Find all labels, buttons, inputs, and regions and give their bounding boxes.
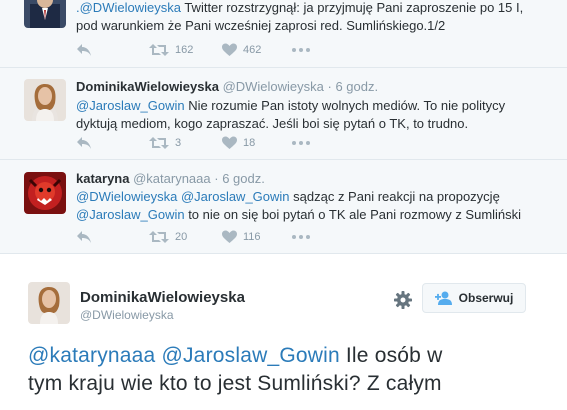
mention-link[interactable]: .@DWielowieyska [76,0,181,15]
tweet-body: tym kraju wie kto to jest Sumliński? Z c… [28,372,442,395]
retweet-button[interactable]: 3 [149,134,181,152]
tweet-2[interactable]: DominikaWielowieyska @DWielowieyska · 6 … [0,68,567,160]
more-icon [292,48,310,52]
like-icon [222,136,237,149]
like-button[interactable]: 116 [222,228,261,246]
reply-icon [77,137,91,149]
retweet-count: 162 [175,44,194,56]
tweet-1[interactable]: .@DWielowieyska Twitter rozstrzygnął: ja… [0,0,567,68]
more-button[interactable] [292,41,310,59]
like-icon [222,230,237,243]
more-button[interactable] [292,228,310,246]
avatar[interactable] [24,172,66,214]
follow-label: Obserwuj [458,291,514,305]
tweet-text: @Jaroslaw_Gowin Nie rozumie Pan istoty w… [76,97,546,133]
reply-button[interactable] [76,41,92,59]
tweet-text: @DWielowieyska @Jaroslaw_Gowin sądząc z … [76,188,546,224]
retweet-icon [149,137,169,149]
follow-button[interactable]: Obserwuj [422,283,526,313]
mention-link[interactable]: @Jaroslaw_Gowin [76,98,185,113]
reply-button[interactable] [76,134,92,152]
mention-link[interactable]: @Jaroslaw_Gowin [76,207,185,222]
tweet-timestamp[interactable]: · 6 godz. [214,171,265,186]
author-handle[interactable]: @katarynaaa [133,171,211,186]
more-icon [292,141,310,145]
like-icon [222,43,237,56]
author-name[interactable]: DominikaWielowieyska [76,79,219,94]
tweet-body: Ile osób w [339,344,443,367]
retweet-count: 20 [175,231,188,243]
like-count: 18 [243,137,256,149]
author-name[interactable]: DominikaWielowieyska [80,289,245,306]
like-button[interactable]: 462 [222,41,261,59]
tweet-text: @katarynaaa @Jaroslaw_Gowin Ile osób w t… [28,342,558,398]
author-name[interactable]: kataryna [76,171,129,186]
author-handle[interactable]: @DWielowieyska [223,79,324,94]
follow-user-icon [434,291,452,305]
retweet-button[interactable]: 162 [149,41,193,59]
avatar[interactable] [28,282,70,324]
retweet-icon [149,231,169,243]
gear-icon [394,291,412,309]
mention-link[interactable]: @katarynaaa [28,344,155,367]
retweet-icon [149,44,169,56]
reply-button[interactable] [76,228,92,246]
retweet-count: 3 [175,137,182,149]
tweet-3[interactable]: kataryna @katarynaaa · 6 godz. @DWielowi… [0,160,567,254]
tweet-timestamp[interactable]: · 6 godz. [328,79,379,94]
main-tweet: DominikaWielowieyska @DWielowieyska Obse… [0,256,567,410]
more-icon [292,235,310,239]
like-count: 462 [243,44,262,56]
mention-link[interactable]: @Jaroslaw_Gowin [161,344,339,367]
avatar[interactable] [24,79,66,121]
tweet-body: to nie on się boi pytań o TK ale Pani ro… [184,207,522,222]
like-count: 116 [243,231,261,243]
mention-link[interactable]: @DWielowieyska [76,189,177,204]
reply-icon [77,231,91,243]
mention-link[interactable]: @Jaroslaw_Gowin [181,189,290,204]
tweet-header: kataryna @katarynaaa · 6 godz. [76,171,265,187]
tweet-header: DominikaWielowieyska @DWielowieyska · 6 … [76,79,378,95]
tweet-text: .@DWielowieyska Twitter rozstrzygnął: ja… [76,0,546,35]
reply-icon [77,44,91,56]
retweet-button[interactable]: 20 [149,228,187,246]
author-handle[interactable]: @DWielowieyska [80,308,174,322]
avatar[interactable] [24,0,66,28]
like-button[interactable]: 18 [222,134,255,152]
more-button[interactable] [292,134,310,152]
settings-button[interactable] [394,291,412,314]
tweet-body: sądząc z Pani reakcji na propozycję [289,189,500,204]
